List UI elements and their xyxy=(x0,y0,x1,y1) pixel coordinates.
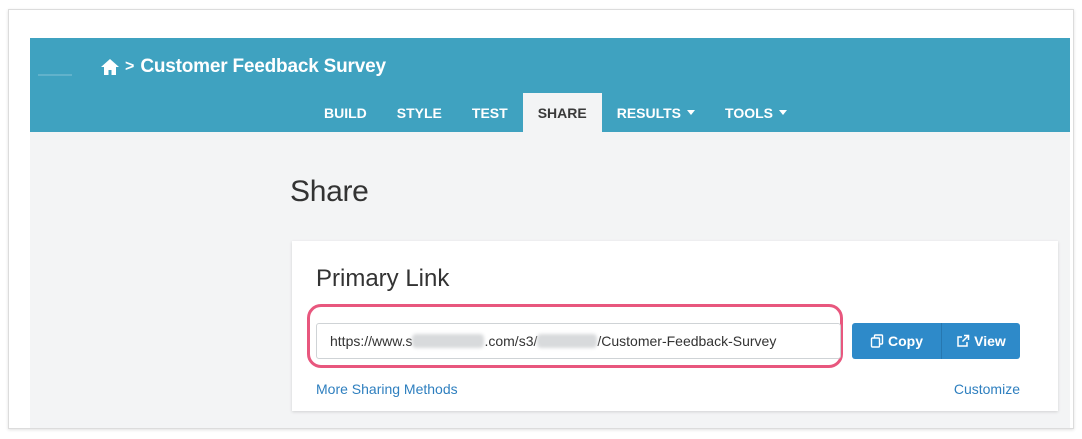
primary-link-card: Primary Link https://www.s .com/s3/ /Cus… xyxy=(292,241,1058,411)
tab-tools-label: TOOLS xyxy=(725,104,773,121)
top-header: > Customer Feedback Survey BUILD STYLE T… xyxy=(30,38,1070,132)
caret-down-icon xyxy=(687,110,696,115)
external-link-icon xyxy=(957,334,970,347)
home-icon[interactable] xyxy=(100,58,120,76)
caret-down-icon xyxy=(778,110,787,115)
tab-results-label: RESULTS xyxy=(616,104,682,121)
link-action-buttons: Copy View xyxy=(852,323,1020,359)
copy-button-label: Copy xyxy=(888,333,923,349)
tab-style[interactable]: STYLE xyxy=(382,93,457,132)
url-middle: .com/s3/ xyxy=(484,333,538,349)
tab-build-label: BUILD xyxy=(324,104,367,121)
url-prefix: https://www.s xyxy=(330,333,413,349)
view-button-label: View xyxy=(974,333,1006,349)
tab-test-label: TEST xyxy=(471,104,508,121)
redacted-id xyxy=(537,334,598,348)
screenshot-frame: > Customer Feedback Survey BUILD STYLE T… xyxy=(8,9,1074,429)
sidebar-toggle-line xyxy=(38,74,72,76)
tab-share[interactable]: SHARE xyxy=(522,93,602,132)
app-window: > Customer Feedback Survey BUILD STYLE T… xyxy=(30,38,1070,428)
tab-tools[interactable]: TOOLS xyxy=(710,93,802,132)
view-button[interactable]: View xyxy=(942,323,1020,359)
breadcrumb-separator: > xyxy=(125,58,135,75)
tab-test[interactable]: TEST xyxy=(457,93,523,132)
primary-link-url-input[interactable]: https://www.s .com/s3/ /Customer-Feedbac… xyxy=(316,323,841,359)
copy-icon xyxy=(870,334,884,348)
url-suffix: /Customer-Feedback-Survey xyxy=(597,333,777,349)
tab-share-label: SHARE xyxy=(537,104,587,121)
page-title: Share xyxy=(290,175,369,208)
primary-link-title: Primary Link xyxy=(316,265,450,292)
tab-build[interactable]: BUILD xyxy=(309,93,382,132)
redacted-domain xyxy=(412,334,485,348)
tab-results[interactable]: RESULTS xyxy=(602,93,710,132)
copy-button[interactable]: Copy xyxy=(852,323,942,359)
customize-link[interactable]: Customize xyxy=(954,381,1020,397)
more-sharing-methods-link[interactable]: More Sharing Methods xyxy=(316,381,458,397)
tab-style-label: STYLE xyxy=(396,104,442,121)
breadcrumb: > Customer Feedback Survey xyxy=(100,54,386,80)
main-tabs: BUILD STYLE TEST SHARE RESULTS TOOLS xyxy=(309,93,802,132)
survey-title[interactable]: Customer Feedback Survey xyxy=(140,56,386,78)
